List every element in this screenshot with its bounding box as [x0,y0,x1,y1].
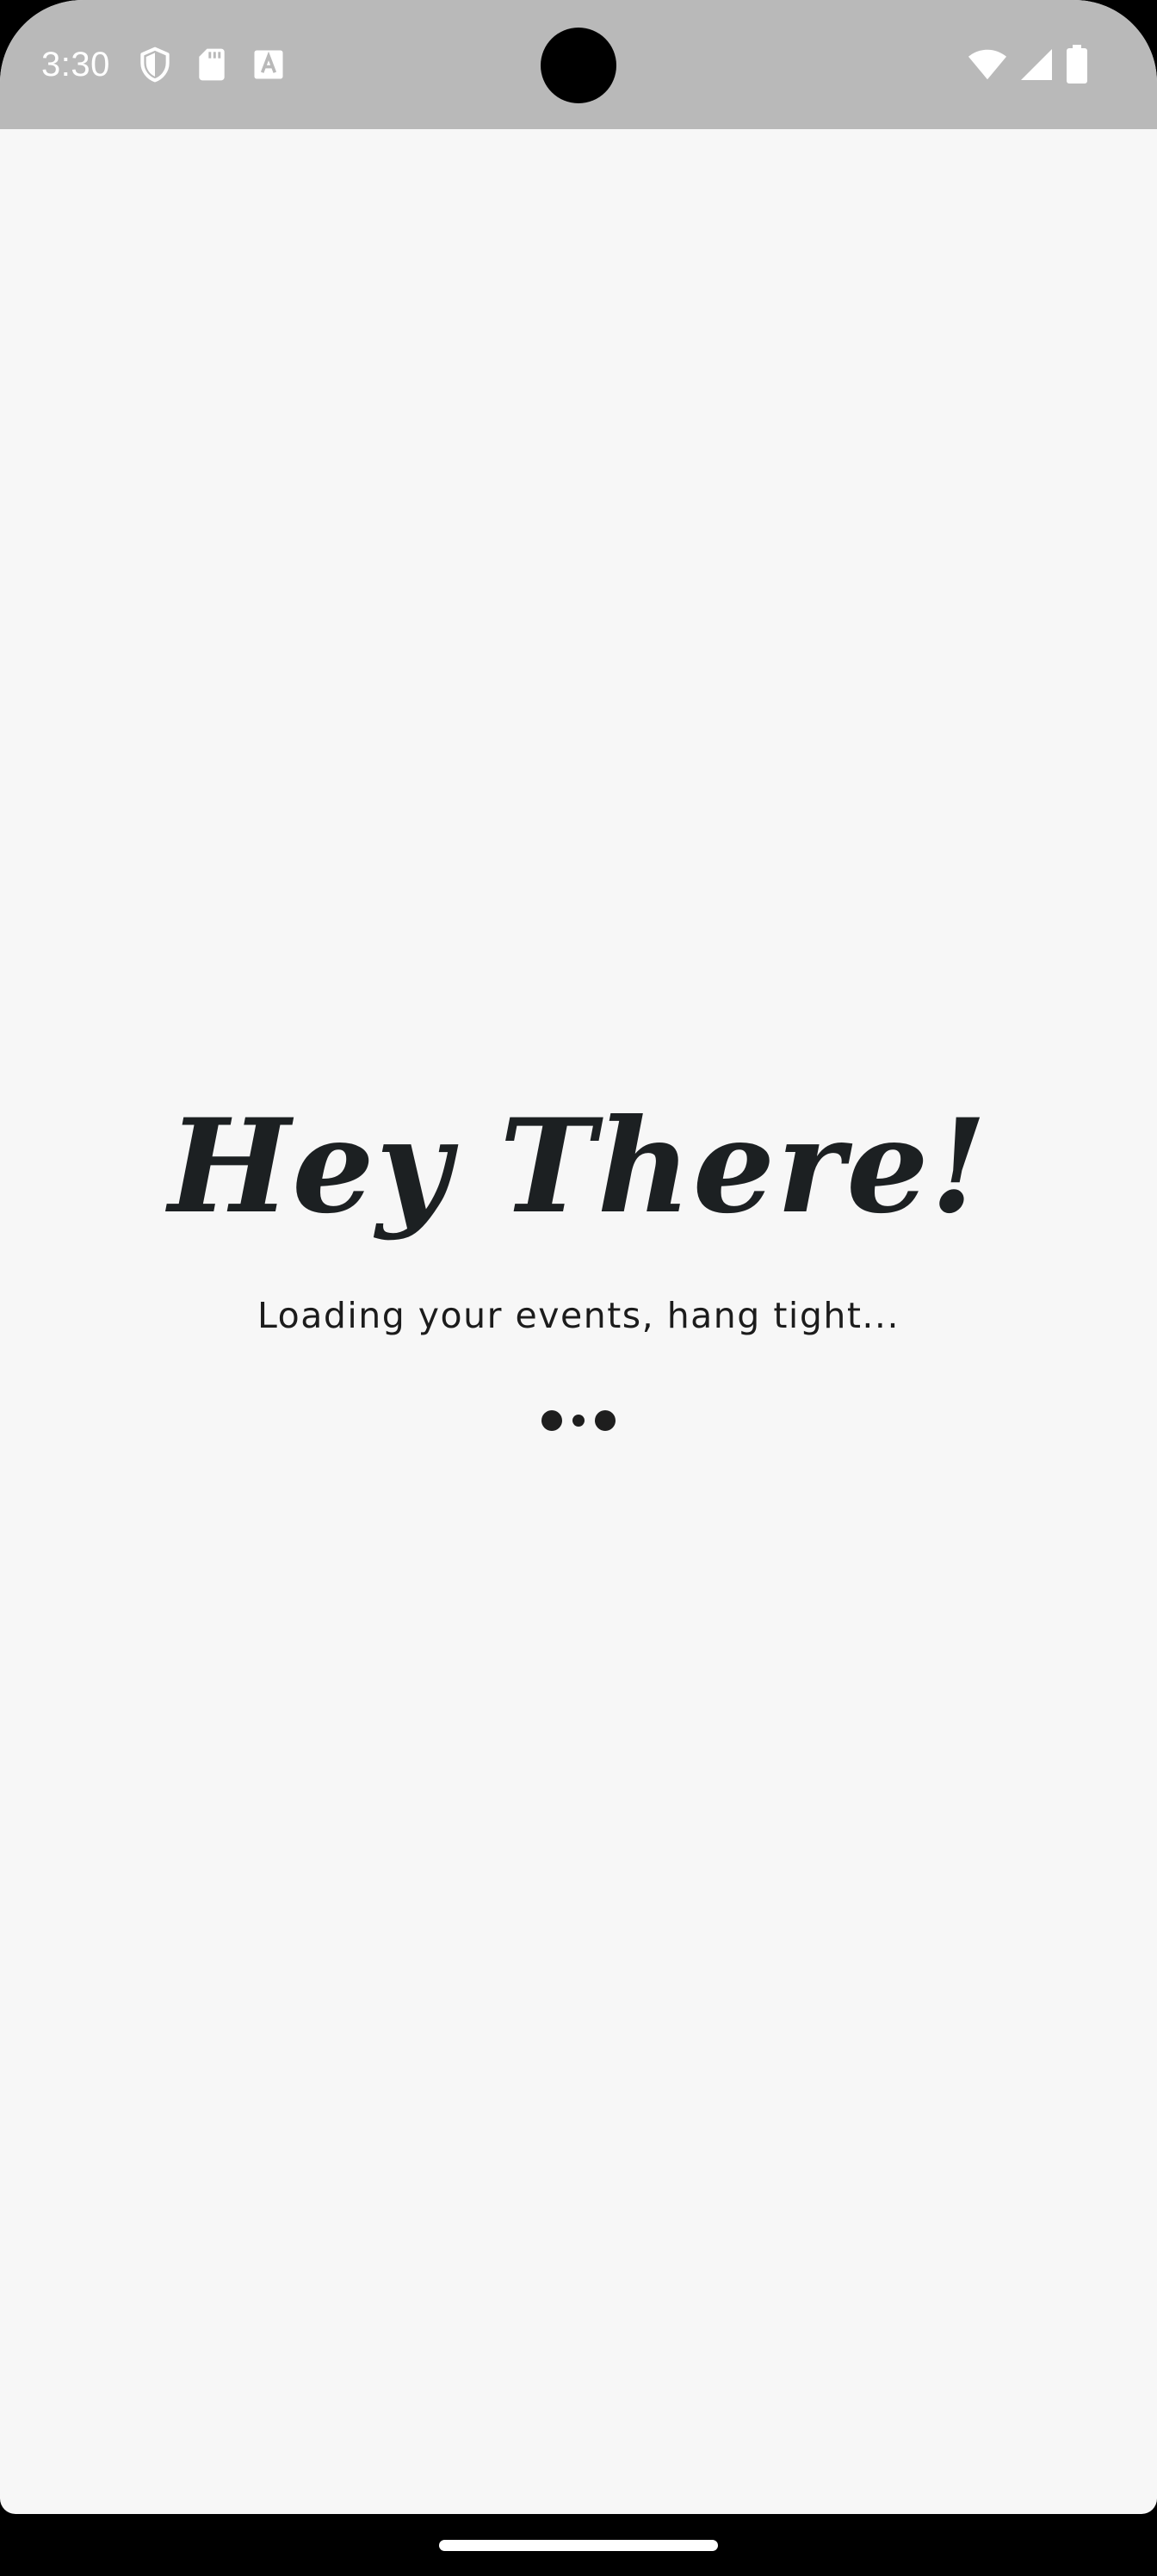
status-notification-icons [136,45,288,84]
status-system-icons [968,43,1088,86]
loading-dots-icon [0,1403,1157,1438]
greeting-title: Hey There! [168,1091,989,1242]
sd-card-icon [199,48,225,81]
loading-dot [595,1410,616,1431]
signal-icon [1021,49,1052,80]
battery-icon [1067,45,1087,84]
loading-dot [541,1410,562,1431]
text-a-icon [254,50,283,79]
device-frame: 3:30 Hey There! Loading your events, han… [0,0,1157,2576]
shield-icon [140,46,170,83]
loading-dot [572,1415,585,1427]
status-bar: 3:30 [0,0,1157,129]
wifi-icon [968,49,1007,80]
loading-message: Loading your events, hang tight... [257,1295,900,1336]
loading-screen: Hey There! Loading your events, hang tig… [0,129,1157,2514]
status-time: 3:30 [41,46,110,84]
app-screen: 3:30 Hey There! Loading your events, han… [0,0,1157,2514]
gesture-nav-handle[interactable] [439,2540,718,2551]
camera-cutout [541,28,616,103]
